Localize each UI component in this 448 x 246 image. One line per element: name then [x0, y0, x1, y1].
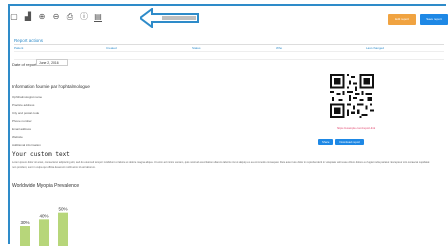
chart-data-label: 30%	[20, 220, 29, 225]
myopia-bar-chart: 30% 40% 50%	[20, 207, 68, 246]
info-line: Additional information	[12, 143, 41, 147]
download-report-button[interactable]: Download report	[335, 139, 364, 145]
info-line: Website	[12, 135, 23, 139]
document-icon[interactable]: ▤	[94, 12, 102, 22]
information-title: Information fournie par l'ophtalmologue	[12, 84, 90, 89]
col-patient[interactable]: Patient	[14, 45, 106, 51]
chart-data-label: 40%	[39, 213, 48, 218]
col-created[interactable]: Created	[106, 45, 192, 51]
toolbar: ▢ ▟ ⊕ ⊖ ⎙ ⓘ ▤	[10, 10, 102, 24]
chart-title: Worldwide Myopia Prevalence	[12, 183, 80, 189]
section-title: Report actions	[14, 38, 44, 43]
custom-text-body: Lorem ipsum dolor sit amet, consectetur …	[12, 161, 430, 169]
info-line: Ophthalmologist name	[12, 95, 43, 99]
col-who[interactable]: Who	[276, 45, 366, 51]
qr-actions: Share Download report	[318, 139, 364, 145]
share-button[interactable]: Share	[318, 139, 334, 145]
date-label: Date of report	[12, 62, 37, 67]
qr-code-icon	[330, 74, 374, 118]
chart-icon[interactable]: ▟	[24, 13, 32, 21]
col-last-changed[interactable]: Last changed	[366, 45, 444, 51]
zoom-out-icon[interactable]: ⊖	[52, 13, 60, 21]
table-row	[14, 52, 444, 60]
edit-report-button[interactable]: Edit report	[388, 14, 416, 25]
file-icon[interactable]: ▢	[10, 13, 18, 21]
custom-text-title: Your custom text	[12, 151, 70, 158]
table-header: Patient Created Status Who Last changed	[14, 45, 444, 52]
date-field[interactable]: June 2, 2016	[36, 59, 68, 66]
info-line: City and postal code	[12, 111, 40, 115]
print-icon[interactable]: ⎙	[66, 13, 74, 21]
save-report-button[interactable]: Save report	[420, 14, 448, 25]
chart-data-label: 50%	[58, 207, 67, 212]
chart-bar	[20, 226, 30, 246]
qr-url-link[interactable]: https://example.com/report-link	[296, 126, 416, 130]
info-icon[interactable]: ⓘ	[80, 13, 88, 21]
information-lines: Ophthalmologist name Practice address Ci…	[12, 93, 42, 149]
info-line: Practice address	[12, 103, 35, 107]
info-line: Phone number	[12, 119, 32, 123]
chart-bar	[58, 212, 68, 246]
info-line: Email address	[12, 127, 32, 131]
zoom-in-icon[interactable]: ⊕	[38, 13, 46, 21]
report-table: Patient Created Status Who Last changed	[14, 44, 444, 60]
chart-bar	[39, 219, 49, 246]
callout-arrow-icon	[140, 8, 199, 28]
col-status[interactable]: Status	[192, 45, 276, 51]
